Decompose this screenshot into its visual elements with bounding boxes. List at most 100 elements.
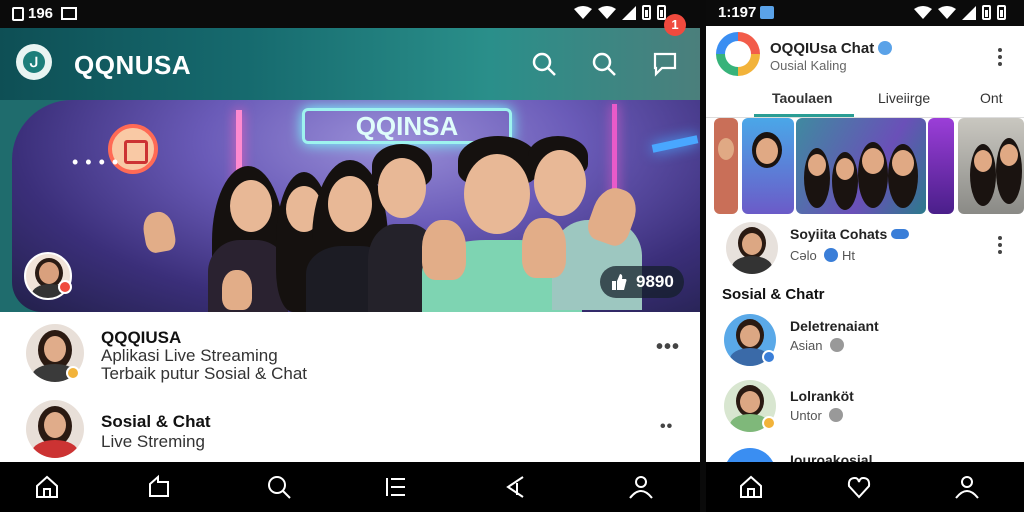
feed-item-line2: Terbaik putur Sosial & Chat bbox=[101, 364, 307, 383]
heart-nav-icon[interactable] bbox=[846, 474, 872, 500]
person-face bbox=[464, 154, 530, 234]
battery-icon-2 bbox=[997, 5, 1006, 20]
notification-badge: 1 bbox=[664, 14, 686, 36]
contact-meta: Asian bbox=[790, 338, 845, 353]
chat-header: OQQIUsa Chat Ousial Kaling bbox=[706, 26, 1024, 86]
live-user-name-text: Soyiita Cohats bbox=[790, 226, 888, 242]
live-user-meta: Cəlo Ht bbox=[790, 248, 855, 263]
bottom-nav-right bbox=[706, 462, 1024, 512]
image-icon bbox=[61, 7, 78, 20]
app-title: QQNUSA bbox=[74, 50, 192, 80]
tab-1[interactable]: Taoulaen bbox=[772, 90, 832, 106]
person-face bbox=[534, 150, 586, 216]
live-thumbnail[interactable] bbox=[928, 118, 954, 214]
feed-item-title: QQQIUSA bbox=[101, 328, 182, 347]
search-icon[interactable] bbox=[530, 50, 558, 78]
message-icon bbox=[760, 6, 775, 19]
profile-icon[interactable] bbox=[628, 474, 654, 500]
contact-item[interactable]: Lolranköt Untor bbox=[706, 380, 1024, 442]
chat-icon[interactable] bbox=[652, 50, 680, 78]
thumb-face bbox=[862, 148, 884, 174]
feed-avatar[interactable] bbox=[26, 400, 84, 458]
live-user-item[interactable]: Soyiita Cohats Cəlo Ht bbox=[706, 214, 1024, 280]
signal-icon bbox=[622, 5, 636, 20]
more-options-icon[interactable]: •• bbox=[660, 418, 673, 436]
back-icon[interactable] bbox=[503, 474, 529, 500]
feed-item[interactable]: QQQIUSA Aplikasi Live Streaming Terbaik … bbox=[0, 312, 700, 392]
contact-meta: Untor bbox=[790, 408, 844, 423]
waving-hand bbox=[140, 209, 178, 255]
badge-icon bbox=[824, 248, 839, 262]
wifi-icon-2 bbox=[598, 5, 616, 19]
avatar-face bbox=[39, 262, 59, 284]
thumbs-up-icon bbox=[612, 274, 627, 290]
contact-name: Deletrenaiant bbox=[790, 318, 879, 334]
tab-3[interactable]: Ont bbox=[980, 90, 1003, 106]
thumb-face bbox=[756, 138, 778, 164]
signal-icon bbox=[962, 5, 976, 20]
contact-item[interactable]: Iouroakosial bbox=[706, 446, 1024, 462]
sim-icon bbox=[12, 6, 24, 21]
live-thumbnail[interactable] bbox=[958, 118, 1024, 214]
status-time: 1:197 bbox=[718, 4, 757, 21]
avatar-face bbox=[44, 336, 66, 362]
live-thumbnail[interactable] bbox=[714, 118, 738, 214]
heart-icon bbox=[891, 229, 910, 239]
contact-meta-text: Asian bbox=[790, 338, 823, 353]
wifi-icon bbox=[914, 5, 932, 19]
status-left: 196 bbox=[12, 5, 78, 22]
thumb-face bbox=[1000, 144, 1018, 166]
avatar-face bbox=[740, 391, 760, 413]
thumb-face bbox=[836, 158, 854, 180]
viewer-count: 9890 bbox=[636, 272, 674, 291]
logo-mark-icon: ᒍ bbox=[23, 51, 45, 73]
overflow-menu-icon[interactable] bbox=[998, 48, 1004, 69]
overflow-menu-icon[interactable] bbox=[998, 236, 1004, 257]
search-nav-icon[interactable] bbox=[266, 474, 292, 500]
live-thumbnail[interactable] bbox=[796, 118, 926, 214]
right-phone-screen: 1:197 OQQIUsa Chat Ousial Kaling Taoulae… bbox=[706, 0, 1024, 512]
app-logo[interactable] bbox=[716, 32, 760, 76]
thumb-face bbox=[718, 138, 734, 160]
live-user-avatar[interactable] bbox=[726, 222, 778, 274]
search-icon-secondary[interactable] bbox=[590, 50, 618, 78]
home-icon[interactable] bbox=[34, 474, 60, 500]
contact-avatar[interactable] bbox=[724, 448, 776, 462]
status-time: 196 bbox=[28, 5, 54, 22]
home-icon[interactable] bbox=[738, 474, 764, 500]
feed-item-line1: Aplikasi Live Streaming bbox=[101, 346, 278, 365]
thumb-face bbox=[974, 150, 992, 172]
wifi-icon bbox=[574, 5, 592, 19]
profile-icon[interactable] bbox=[954, 474, 980, 500]
app-logo[interactable]: ᒍ bbox=[16, 44, 52, 80]
feed-item[interactable]: Sosial & Chat Live Streming •• bbox=[0, 394, 700, 462]
battery-icon bbox=[642, 5, 651, 20]
contact-meta-text: Untor bbox=[790, 408, 822, 423]
verified-badge-icon bbox=[66, 366, 80, 380]
tab-bar: Taoulaen Liveiirge Ont bbox=[706, 86, 1024, 118]
chat-title: OQQIUsa Chat bbox=[770, 40, 893, 57]
avatar-face bbox=[742, 233, 762, 255]
thumb-face bbox=[808, 154, 826, 176]
tab-2[interactable]: Liveiirge bbox=[878, 90, 930, 106]
live-user-meta-value: Ht bbox=[842, 248, 855, 263]
list-icon[interactable] bbox=[383, 474, 409, 500]
battery-icon bbox=[982, 5, 991, 20]
contact-item[interactable]: Deletrenaiant Asian bbox=[706, 310, 1024, 372]
status-bar: 1:197 bbox=[706, 0, 1024, 26]
status-left: 1:197 bbox=[718, 4, 775, 21]
waving-hand bbox=[422, 220, 466, 280]
live-thumbnail[interactable] bbox=[742, 118, 794, 214]
more-options-icon[interactable]: ••• bbox=[656, 336, 680, 359]
person-face bbox=[378, 158, 426, 218]
avatar-face bbox=[740, 325, 760, 347]
person-face bbox=[328, 176, 372, 232]
live-stream-banner[interactable]: QQINSA • • • • bbox=[12, 100, 700, 312]
verified-icon bbox=[878, 41, 893, 55]
share-icon[interactable] bbox=[146, 474, 172, 500]
app-bar: ᒍ QQNUSA bbox=[0, 28, 700, 100]
battery-icon-2 bbox=[657, 5, 666, 20]
wifi-icon-2 bbox=[938, 5, 956, 19]
status-right bbox=[574, 5, 666, 20]
tab-indicator bbox=[754, 114, 854, 117]
